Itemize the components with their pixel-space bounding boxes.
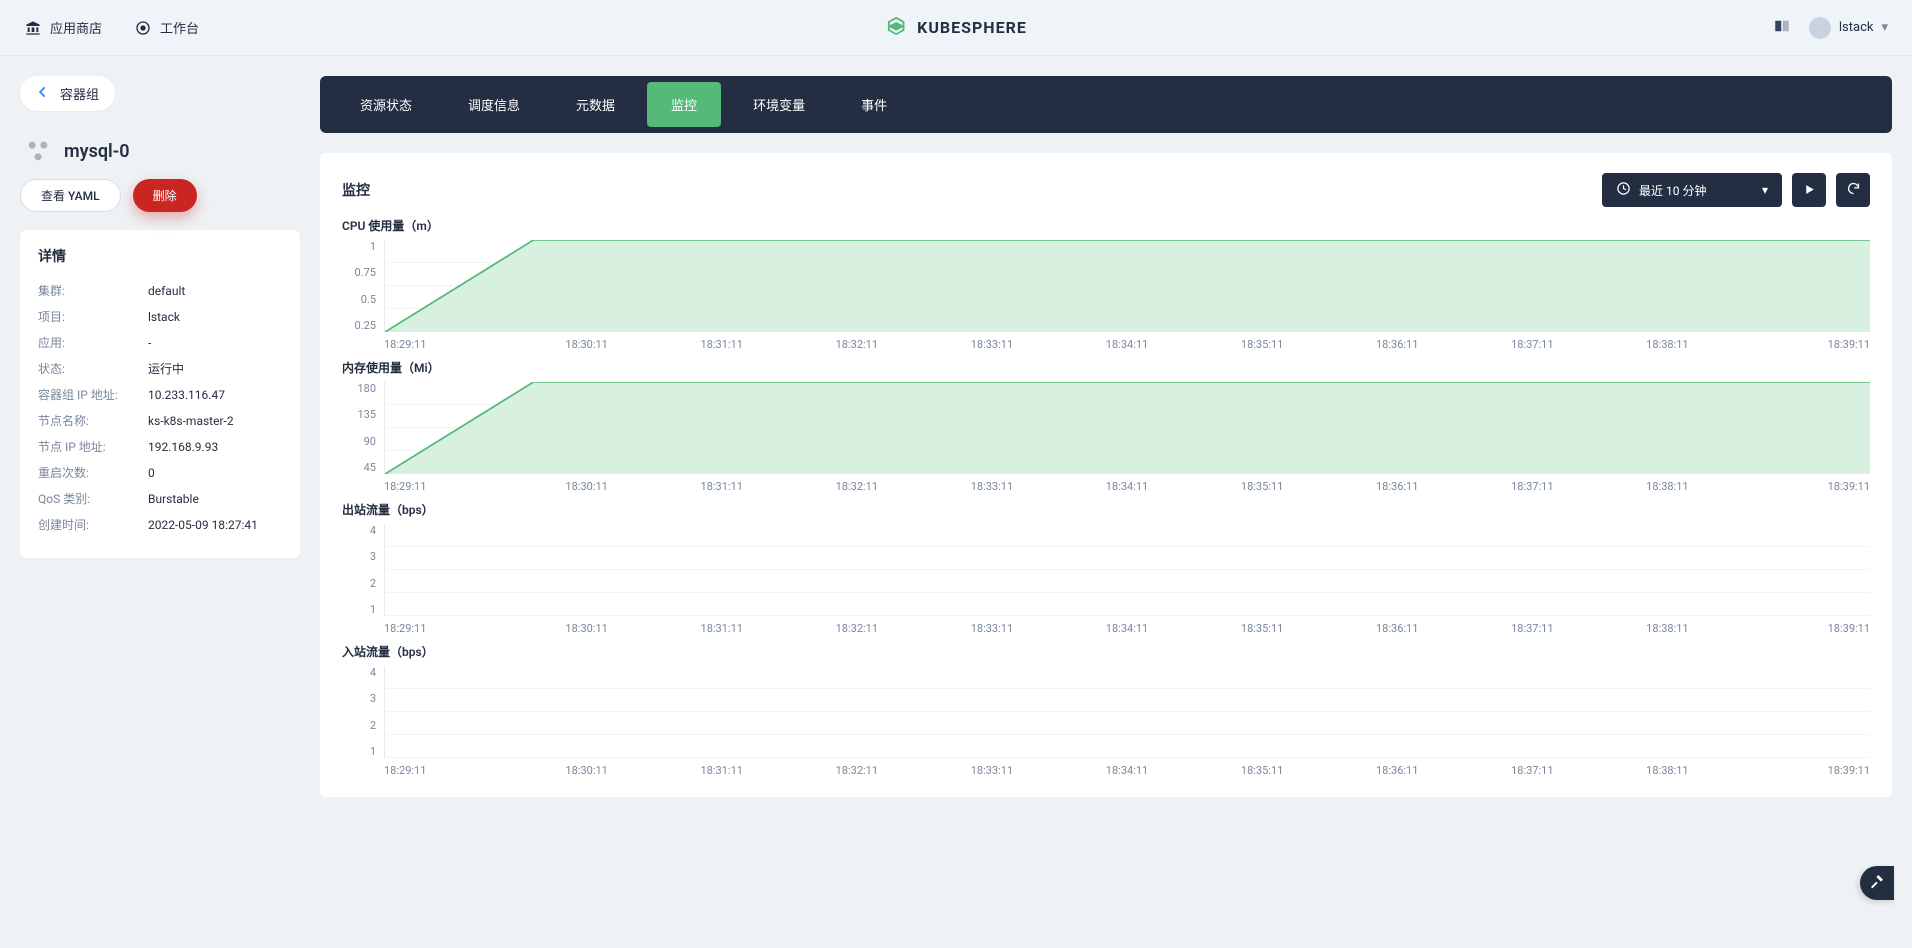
hammer-icon (1869, 873, 1885, 893)
chart-1: 内存使用量（Mi） 1801359045 18:29:1118:30:1118:31… (342, 359, 1870, 493)
detail-row: 创建时间:2022-05-09 18:27:41 (38, 512, 282, 538)
detail-value: 10.233.116.47 (148, 382, 225, 408)
brand-text: KUBESPHERE (917, 18, 1027, 37)
workbench-icon (134, 19, 152, 37)
detail-row: 容器组 IP 地址:10.233.116.47 (38, 382, 282, 408)
chart-plot (384, 524, 1870, 616)
breadcrumb[interactable]: 容器组 (20, 76, 115, 111)
main: 资源状态调度信息元数据监控环境变量事件 监控 最近 10 分钟 ▾ (320, 76, 1892, 797)
detail-row: 应用:- (38, 330, 282, 356)
tab-元数据[interactable]: 元数据 (552, 82, 639, 127)
details-title: 详情 (38, 246, 282, 266)
refresh-icon (1846, 181, 1861, 200)
detail-key: 节点 IP 地址: (38, 434, 148, 460)
topbar: 应用商店 工作台 KUBESPHERE lstack ▾ (0, 0, 1912, 56)
tab-事件[interactable]: 事件 (837, 82, 911, 127)
refresh-button[interactable] (1836, 173, 1870, 207)
detail-value: Burstable (148, 486, 199, 512)
kubesphere-logo-icon (885, 15, 907, 41)
clock-icon (1616, 181, 1631, 199)
detail-row: 节点名称:ks-k8s-master-2 (38, 408, 282, 434)
x-axis: 18:29:1118:30:1118:31:1118:32:1118:33:11… (342, 480, 1870, 493)
detail-key: 创建时间: (38, 512, 148, 538)
page-title: mysql-0 (24, 137, 300, 165)
detail-key: 项目: (38, 304, 148, 330)
detail-value: 运行中 (148, 356, 184, 382)
detail-row: 节点 IP 地址:192.168.9.93 (38, 434, 282, 460)
detail-key: 重启次数: (38, 460, 148, 486)
chart-2: 出站流量（bps） 4321 18:29:1118:30:1118:31:1118:… (342, 501, 1870, 635)
view-yaml-button[interactable]: 查看 YAML (20, 179, 121, 212)
y-axis: 10.750.50.25 (342, 240, 384, 332)
monitor-panel: 监控 最近 10 分钟 ▾ (320, 153, 1892, 797)
tab-环境变量[interactable]: 环境变量 (729, 82, 829, 127)
detail-row: 重启次数:0 (38, 460, 282, 486)
nav-workbench-label: 工作台 (160, 18, 199, 37)
chart-title: 出站流量（bps） (342, 501, 1870, 518)
play-icon (1803, 181, 1816, 200)
y-axis: 1801359045 (342, 382, 384, 474)
username: lstack (1839, 20, 1874, 35)
detail-value: default (148, 278, 185, 304)
play-button[interactable] (1792, 173, 1826, 207)
detail-value: lstack (148, 304, 180, 330)
detail-value: - (148, 330, 151, 356)
breadcrumb-label: 容器组 (60, 84, 99, 103)
x-axis: 18:29:1118:30:1118:31:1118:32:1118:33:11… (342, 338, 1870, 351)
brand[interactable]: KUBESPHERE (885, 15, 1027, 41)
detail-key: 状态: (38, 356, 148, 382)
details-card: 详情 集群:default项目:lstack应用:-状态:运行中容器组 IP 地… (20, 230, 300, 558)
tab-监控[interactable]: 监控 (647, 82, 721, 127)
store-icon (24, 19, 42, 37)
tab-调度信息[interactable]: 调度信息 (444, 82, 544, 127)
detail-row: QoS 类别:Burstable (38, 486, 282, 512)
chart-title: 入站流量（bps） (342, 643, 1870, 660)
delete-button[interactable]: 删除 (133, 179, 197, 212)
nav-workbench[interactable]: 工作台 (134, 18, 199, 37)
x-axis: 18:29:1118:30:1118:31:1118:32:1118:33:11… (342, 764, 1870, 777)
chart-plot (384, 240, 1870, 332)
detail-key: 应用: (38, 330, 148, 356)
detail-row: 集群:default (38, 278, 282, 304)
time-range-label: 最近 10 分钟 (1639, 182, 1706, 199)
detail-value: 192.168.9.93 (148, 434, 218, 460)
chart-title: CPU 使用量（m） (342, 217, 1870, 234)
detail-key: 容器组 IP 地址: (38, 382, 148, 408)
chevron-down-icon: ▾ (1881, 20, 1888, 35)
avatar-icon (1809, 17, 1831, 39)
detail-key: 节点名称: (38, 408, 148, 434)
detail-key: 集群: (38, 278, 148, 304)
nav-app-store-label: 应用商店 (50, 18, 102, 37)
y-axis: 4321 (342, 524, 384, 616)
x-axis: 18:29:1118:30:1118:31:1118:32:1118:33:11… (342, 622, 1870, 635)
detail-value: 2022-05-09 18:27:41 (148, 512, 258, 538)
sidebar: 容器组 mysql-0 查看 YAML 删除 详情 集群:default项目:l… (20, 76, 300, 558)
help-fab[interactable] (1860, 866, 1894, 900)
detail-value: 0 (148, 460, 155, 486)
time-range-select[interactable]: 最近 10 分钟 ▾ (1602, 173, 1782, 207)
detail-row: 项目:lstack (38, 304, 282, 330)
chart-0: CPU 使用量（m） 10.750.50.25 18:29:1118:30:1118… (342, 217, 1870, 351)
nav-app-store[interactable]: 应用商店 (24, 18, 102, 37)
tabs: 资源状态调度信息元数据监控环境变量事件 (320, 76, 1892, 133)
detail-value: ks-k8s-master-2 (148, 408, 234, 434)
chart-plot (384, 382, 1870, 474)
chart-3: 入站流量（bps） 4321 18:29:1118:30:1118:31:1118:… (342, 643, 1870, 777)
panel-title: 监控 (342, 180, 370, 200)
user-menu[interactable]: lstack ▾ (1809, 17, 1888, 39)
y-axis: 4321 (342, 666, 384, 758)
chevron-down-icon: ▾ (1762, 183, 1768, 197)
flag-icon[interactable] (1773, 17, 1791, 39)
back-icon (36, 85, 50, 103)
tab-资源状态[interactable]: 资源状态 (336, 82, 436, 127)
pod-icon (24, 137, 52, 165)
pod-name: mysql-0 (64, 141, 130, 162)
detail-row: 状态:运行中 (38, 356, 282, 382)
chart-title: 内存使用量（Mi） (342, 359, 1870, 376)
chart-plot (384, 666, 1870, 758)
detail-key: QoS 类别: (38, 486, 148, 512)
